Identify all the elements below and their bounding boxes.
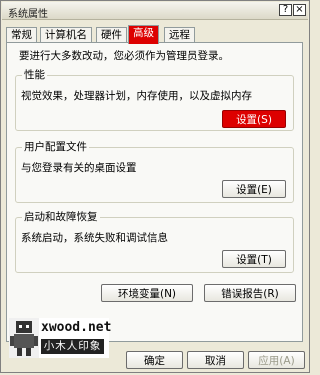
- startup-recovery-settings-button[interactable]: 设置(T): [222, 250, 286, 268]
- help-button[interactable]: ?: [279, 4, 292, 16]
- environment-variables-button[interactable]: 环境变量(N): [101, 284, 193, 302]
- tab-advanced[interactable]: 高级: [128, 25, 159, 44]
- watermark-logo: xwood.net 小木人印象: [9, 318, 112, 358]
- tab-hardware[interactable]: 硬件: [96, 27, 127, 43]
- robot-mascot-icon: [9, 318, 39, 358]
- ok-button[interactable]: 确定: [126, 351, 183, 369]
- watermark-name: 小木人印象: [41, 339, 104, 354]
- admin-notice: 要进行大多数改动，您必须作为管理员登录。: [19, 50, 229, 62]
- startup-recovery-group-title: 启动和故障恢复: [22, 211, 100, 223]
- user-profiles-group-title: 用户配置文件: [22, 141, 89, 153]
- tab-strip: 常规 计算机名 硬件 高级 远程: [6, 25, 306, 44]
- user-profiles-group: 用户配置文件 与您登录有关的桌面设置 设置(E): [15, 141, 294, 203]
- tab-computer-name[interactable]: 计算机名: [40, 27, 92, 43]
- title-bar: 系统属性 ? ×: [2, 2, 308, 20]
- performance-settings-button[interactable]: 设置(S): [222, 110, 286, 128]
- window-title: 系统属性: [8, 9, 48, 20]
- watermark-site: xwood.net: [41, 320, 112, 335]
- performance-description: 视觉效果，处理器计划，内存使用，以及虚拟内存: [21, 90, 252, 102]
- cancel-button[interactable]: 取消: [187, 351, 244, 369]
- performance-group-title: 性能: [22, 69, 47, 81]
- tab-general[interactable]: 常规: [6, 27, 37, 43]
- tab-remote[interactable]: 远程: [164, 27, 195, 43]
- startup-recovery-description: 系统启动，系统失败和调试信息: [21, 232, 168, 244]
- close-button[interactable]: ×: [293, 4, 306, 16]
- user-profiles-description: 与您登录有关的桌面设置: [21, 162, 137, 174]
- apply-button[interactable]: 应用(A): [248, 351, 305, 369]
- performance-group: 性能 视觉效果，处理器计划，内存使用，以及虚拟内存 设置(S): [15, 69, 294, 131]
- advanced-tab-panel: 要进行大多数改动，您必须作为管理员登录。 性能 视觉效果，处理器计划，内存使用，…: [6, 42, 303, 342]
- error-reporting-button[interactable]: 错误报告(R): [204, 284, 296, 302]
- system-properties-window: 系统属性 ? × 常规 计算机名 硬件 高级 远程 要进行大多数改动，您必须作为…: [0, 0, 310, 373]
- startup-recovery-group: 启动和故障恢复 系统启动，系统失败和调试信息 设置(T): [15, 211, 294, 273]
- user-profiles-settings-button[interactable]: 设置(E): [222, 180, 286, 198]
